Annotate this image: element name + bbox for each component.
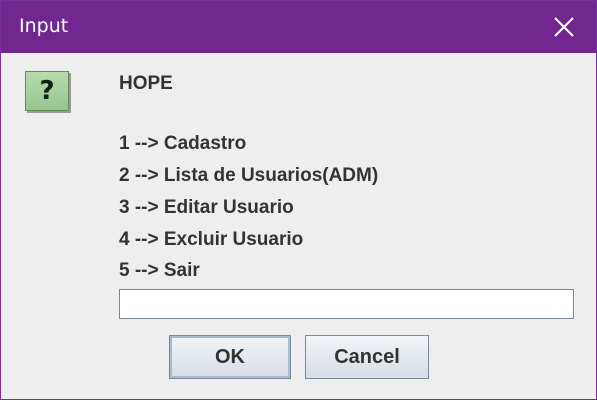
ok-button[interactable]: OK xyxy=(169,335,291,379)
menu-option-4: 4 --> Excluir Usuario xyxy=(119,229,304,250)
menu-option-1: 1 --> Cadastro xyxy=(119,133,247,154)
menu-option-5: 5 --> Sair xyxy=(119,260,200,281)
cancel-button[interactable]: Cancel xyxy=(305,335,429,379)
input-field[interactable] xyxy=(119,289,574,319)
input-dialog: Input ? HOPE 1 --> Cadastro 2 --> Lista … xyxy=(0,0,597,400)
window-title: Input xyxy=(19,15,69,37)
message-heading: HOPE xyxy=(119,73,173,94)
question-icon: ? xyxy=(25,71,69,111)
menu-option-3: 3 --> Editar Usuario xyxy=(119,197,294,218)
title-bar[interactable]: Input xyxy=(1,1,596,53)
close-button[interactable] xyxy=(532,1,596,53)
close-icon xyxy=(554,17,574,37)
menu-option-2: 2 --> Lista de Usuarios(ADM) xyxy=(119,165,379,186)
